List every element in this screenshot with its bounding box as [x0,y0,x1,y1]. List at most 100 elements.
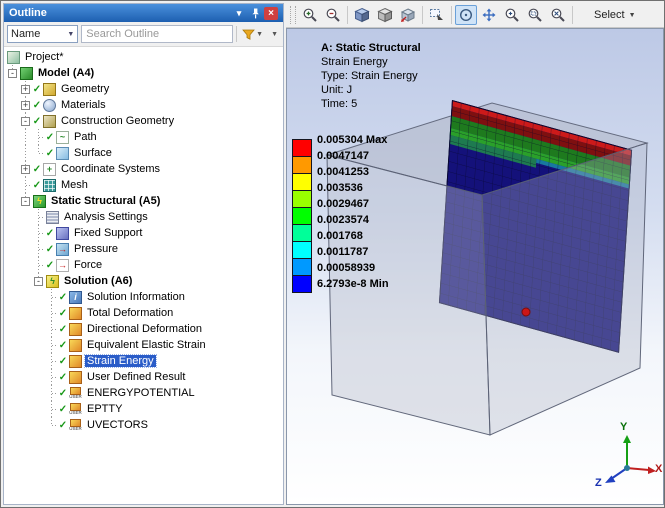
chevron-down-icon[interactable]: ▾ [232,7,246,20]
construction-icon [43,115,56,128]
tree-item-construction-geometry[interactable]: -✓Construction Geometry [6,113,283,129]
toolbar-drag-handle[interactable] [290,6,296,24]
filter-type-select[interactable]: Name ▼ [7,25,78,43]
tree-guide [6,337,19,353]
tree-expander[interactable]: + [21,165,30,174]
tree-item-fixed-support[interactable]: ✓Fixed Support [6,225,283,241]
tree-guide [19,337,32,353]
tree-guide [19,417,32,433]
info-icon: i [69,291,82,304]
geometry-icon [43,83,56,96]
wireframe-view-button[interactable] [374,5,396,25]
tree-item-directional-deformation[interactable]: ✓Directional Deformation [6,321,283,337]
filter-options-button[interactable]: ▼ [240,25,265,43]
tree-item-label: UVECTORS [85,419,150,431]
zoom-out-button[interactable] [322,5,344,25]
solution-icon: ϟ [46,275,59,288]
tree-item-solution-information[interactable]: ✓iSolution Information [6,289,283,305]
tree-item-equivalent-elastic-strain[interactable]: ✓Equivalent Elastic Strain [6,337,283,353]
tree-expander[interactable]: + [21,101,30,110]
tree-guide [6,289,19,305]
tree-connector [45,305,58,321]
tree-item-geometry[interactable]: +✓Geometry [6,81,283,97]
tree-item-label: Materials [59,99,108,111]
tree-item-static-structural-a5[interactable]: -ϟStatic Structural (A5) [6,193,283,209]
tree-guide [6,113,19,129]
tree-item-force[interactable]: ✓→Force [6,257,283,273]
result-name: Strain Energy [321,55,421,69]
tree-item-surface[interactable]: ✓Surface [6,145,283,161]
zoom-out-icon [325,7,341,23]
zoom-button[interactable] [501,5,523,25]
tree-item-materials[interactable]: +✓Materials [6,97,283,113]
tree-connector [45,401,58,417]
shaded-cube-icon [354,7,370,23]
tree-item-eptty[interactable]: ✓USEREPTTY [6,401,283,417]
result-header: A: Static Structural Strain Energy Type:… [321,41,421,111]
ansys-mechanical-window: Outline ▾ × Name ▼ ▼ ▼ Project*-Model (A… [0,0,665,508]
check-icon: ✓ [32,180,42,191]
tree-expander[interactable]: - [21,117,30,126]
tree-item-label: Project* [23,51,66,63]
check-icon: ✓ [58,356,68,367]
legend-label: 0.001768 [317,230,363,242]
tree-item-path[interactable]: ✓~Path [6,129,283,145]
tree-connector: - [32,273,45,289]
tree-item-project[interactable]: Project* [6,49,283,65]
materials-icon [43,99,56,112]
tree-guide [19,129,32,145]
zoom-to-fit-button[interactable] [547,5,569,25]
tree-item-label: Fixed Support [72,227,144,239]
tree-item-total-deformation[interactable]: ✓Total Deformation [6,305,283,321]
tree-item-label: Surface [72,147,114,159]
tree-connector [32,257,45,273]
fit-view-button[interactable] [397,5,419,25]
tree-expander[interactable]: - [8,69,17,78]
viewport-3d[interactable]: A: Static Structural Strain Energy Type:… [286,28,664,505]
expand-tree-button[interactable]: ▼ [268,25,280,43]
tree-guide [19,145,32,161]
box-zoom-button[interactable] [524,5,546,25]
tree-guide [6,81,19,97]
tree-connector [32,129,45,145]
tree-guide [6,385,19,401]
outline-filter-bar: Name ▼ ▼ ▼ [4,22,283,47]
tree-expander[interactable]: - [34,277,43,286]
tree-expander[interactable]: + [21,85,30,94]
legend-band [293,156,311,173]
tree-guide [6,257,19,273]
tree-item-mesh[interactable]: ✓Mesh [6,177,283,193]
pan-button[interactable] [478,5,500,25]
tree-item-user-defined-result[interactable]: ✓User Defined Result [6,369,283,385]
graphics-pane: Select ▼ [286,3,664,505]
isometric-view-button[interactable] [351,5,373,25]
tree-item-uvectors[interactable]: ✓USERUVECTORS [6,417,283,433]
tree-item-model-a4[interactable]: - Model (A4) [6,65,283,81]
triad-y-label: Y [620,421,627,433]
search-input[interactable] [81,25,233,43]
legend-band [293,224,311,241]
mesh-icon [43,179,56,192]
tree-item-coordinate-systems[interactable]: +✓+Coordinate Systems [6,161,283,177]
rotate-button[interactable] [455,5,477,25]
tree-item-analysis-settings[interactable]: Analysis Settings [6,209,283,225]
tree-expander[interactable]: - [21,197,30,206]
tree-item-pressure[interactable]: ✓→Pressure [6,241,283,257]
pin-icon[interactable] [248,7,262,20]
tree-item-strain-energy[interactable]: ✓Strain Energy [6,353,283,369]
legend-band [293,258,311,275]
box-zoom-icon [527,7,543,23]
check-icon: ✓ [58,372,68,383]
outline-title-bar[interactable]: Outline ▾ × [4,4,283,22]
tree-item-solution-a6[interactable]: -ϟSolution (A6) [6,273,283,289]
box-select-button[interactable] [426,5,448,25]
tree-item-label: Model (A4) [36,67,96,79]
zoom-in-button[interactable] [299,5,321,25]
close-icon[interactable]: × [264,7,278,20]
tree-guide [32,417,45,433]
legend-label: 0.003536 [317,182,363,194]
select-mode-dropdown[interactable]: Select ▼ [588,8,642,22]
check-icon: ✓ [32,84,42,95]
triad-z-label: Z [595,477,602,489]
tree-item-energypotential[interactable]: ✓USERENERGYPOTENTIAL [6,385,283,401]
